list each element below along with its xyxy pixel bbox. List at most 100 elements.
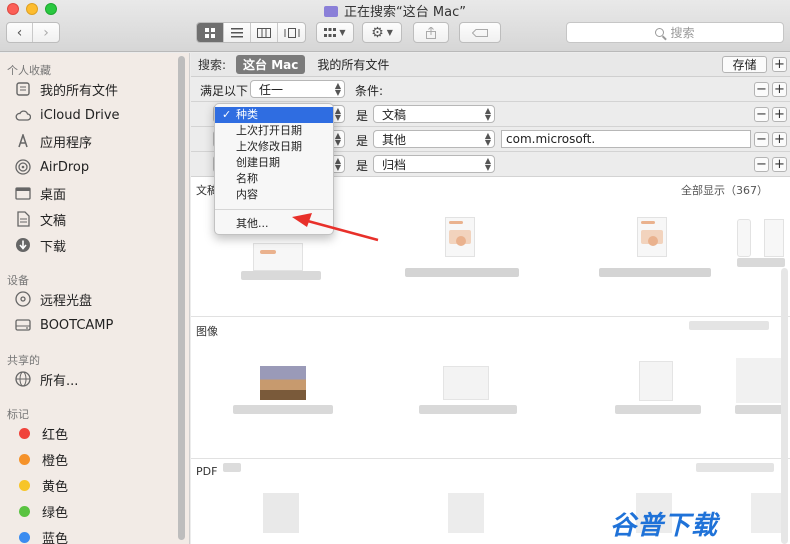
value-popup[interactable]: 其他 ▲ ▼ — [373, 130, 495, 148]
result-thumbnail[interactable] — [448, 493, 484, 533]
menu-item-kind[interactable]: ✓ 种类 — [215, 107, 333, 123]
sidebar-heading-favorites: 个人收藏 — [7, 64, 51, 77]
sidebar-item-documents[interactable]: 文稿 — [14, 208, 66, 230]
result-thumbnail[interactable] — [764, 219, 784, 257]
forward-button[interactable]: › — [33, 23, 59, 42]
sidebar-item-label: 应用程序 — [40, 135, 93, 151]
group-by-button[interactable]: ▼ — [316, 22, 354, 43]
remove-criteria-button[interactable]: − — [754, 157, 769, 172]
icon-view-button[interactable] — [197, 23, 225, 42]
result-thumbnail[interactable] — [639, 361, 673, 401]
menu-item-created[interactable]: 创建日期 — [215, 155, 333, 171]
scope-all-my-files[interactable]: 我的所有文件 — [317, 56, 389, 73]
popup-arrows-icon: ▲ ▼ — [334, 156, 341, 172]
sidebar-tag-yellow[interactable]: 黄色 — [14, 474, 68, 496]
popup-arrows-icon: ▲ ▼ — [334, 131, 341, 147]
smart-folder-icon — [324, 6, 339, 17]
sidebar-tag-green[interactable]: 绿色 — [14, 500, 68, 522]
tag-icon — [472, 28, 488, 37]
coverflow-view-button[interactable] — [278, 23, 305, 42]
action-button[interactable]: ⚙ ▼ — [362, 22, 402, 43]
sidebar-heading-shared: 共享的 — [7, 354, 40, 367]
result-thumbnail[interactable] — [443, 366, 489, 400]
sidebar-tag-orange[interactable]: 橙色 — [14, 448, 68, 470]
back-button[interactable]: ‹ — [7, 23, 34, 42]
sidebar-item-label: 桌面 — [40, 187, 67, 203]
drive-icon — [14, 317, 32, 333]
sidebar-tag-red[interactable]: 红色 — [14, 422, 68, 444]
remove-criteria-button[interactable]: − — [754, 132, 769, 147]
sidebar-item-desktop[interactable]: 桌面 — [14, 182, 66, 204]
share-button[interactable] — [413, 22, 449, 43]
chevron-down-icon: ▼ — [339, 28, 346, 37]
column-view-icon — [257, 27, 272, 38]
tag-button[interactable] — [459, 22, 501, 43]
popup-arrows-icon: ▲ ▼ — [334, 81, 341, 97]
chevron-down-icon: ▼ — [386, 28, 393, 37]
network-icon — [14, 371, 32, 387]
result-count-blurred — [223, 463, 241, 472]
download-icon — [14, 237, 32, 253]
add-criteria-button[interactable]: + — [772, 82, 787, 97]
add-criteria-button[interactable]: + — [772, 132, 787, 147]
column-view-button[interactable] — [251, 23, 279, 42]
results-scrollbar[interactable] — [781, 268, 788, 544]
match-any-popup[interactable]: 任一 ▲ ▼ — [250, 80, 345, 98]
add-criteria-button[interactable]: + — [772, 57, 787, 72]
menu-item-contents[interactable]: 内容 — [215, 187, 333, 203]
sidebar-item-bootcamp[interactable]: BOOTCAMP — [14, 314, 113, 336]
scope-this-mac[interactable]: 这台 Mac — [236, 55, 306, 74]
result-thumbnail[interactable] — [253, 243, 303, 271]
menu-item-last-modified[interactable]: 上次修改日期 — [215, 139, 333, 155]
popup-arrows-icon: ▲ ▼ — [484, 156, 491, 172]
result-thumbnail[interactable] — [736, 358, 786, 403]
sidebar-tag-blue[interactable]: 蓝色 — [14, 526, 68, 544]
result-filename-blurred — [735, 405, 785, 414]
value-popup[interactable]: 文稿 ▲ ▼ — [373, 105, 495, 123]
window-titlebar: 正在搜索“这台 Mac” ‹ › ▼ ⚙ ▼ 搜索 — [0, 0, 790, 52]
navigation-buttons: ‹ › — [6, 22, 60, 43]
sidebar-heading-devices: 设备 — [7, 274, 29, 287]
tag-color-dot — [19, 505, 30, 517]
sidebar-item-applications[interactable]: 应用程序 — [14, 130, 92, 152]
sidebar-item-remote-disc[interactable]: 远程光盘 — [14, 288, 92, 310]
search-icon — [655, 28, 665, 37]
show-all-link[interactable]: 全部显示（367） — [681, 182, 768, 198]
popup-arrows-icon: ▲ ▼ — [334, 106, 341, 122]
result-thumbnail[interactable] — [737, 219, 751, 257]
result-thumbnail[interactable] — [445, 217, 475, 257]
sidebar-heading-tags: 标记 — [7, 408, 29, 421]
search-input[interactable]: 搜索 — [566, 22, 784, 43]
sidebar-item-label: 文稿 — [40, 213, 67, 229]
result-thumbnail[interactable] — [637, 217, 667, 257]
sidebar-item-all-files[interactable]: 我的所有文件 — [14, 78, 118, 100]
sidebar-item-label: 橙色 — [42, 453, 69, 469]
cloud-icon — [14, 107, 32, 123]
result-thumbnail[interactable] — [751, 493, 781, 533]
sidebar-item-shared-all[interactable]: 所有... — [14, 368, 78, 390]
value-popup[interactable]: 归档 ▲ ▼ — [373, 155, 495, 173]
result-thumbnail[interactable] — [263, 493, 299, 533]
operator-label: 是 — [356, 109, 369, 123]
desktop-icon — [14, 185, 32, 201]
menu-item-name[interactable]: 名称 — [215, 171, 333, 187]
menu-item-last-opened[interactable]: 上次打开日期 — [215, 123, 333, 139]
result-thumbnail[interactable] — [260, 366, 306, 400]
list-view-button[interactable] — [224, 23, 252, 42]
add-criteria-button[interactable]: + — [772, 157, 787, 172]
uti-text-field[interactable]: com.microsoft. — [501, 130, 751, 148]
result-filename-blurred — [405, 268, 519, 277]
tag-color-dot — [19, 453, 30, 465]
sidebar-item-label: BOOTCAMP — [40, 317, 114, 333]
sidebar-item-airdrop[interactable]: AirDrop — [14, 156, 89, 178]
sidebar-scrollbar[interactable] — [178, 56, 185, 540]
remove-criteria-button[interactable]: − — [754, 107, 769, 122]
sidebar-item-icloud-drive[interactable]: iCloud Drive — [14, 104, 120, 126]
sidebar-item-downloads[interactable]: 下载 — [14, 234, 66, 256]
save-search-button[interactable]: 存储 — [722, 56, 767, 73]
checkmark-icon: ✓ — [222, 108, 232, 121]
operator-label: 是 — [356, 134, 369, 148]
remove-criteria-button[interactable]: − — [754, 82, 769, 97]
popup-arrows-icon: ▲ ▼ — [484, 131, 491, 147]
add-criteria-button[interactable]: + — [772, 107, 787, 122]
